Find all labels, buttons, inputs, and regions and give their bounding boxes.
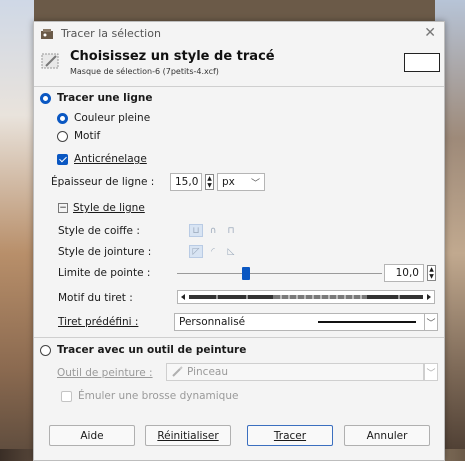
stroke-line-radio[interactable]: Tracer une ligne	[40, 92, 153, 104]
miter-limit-input[interactable]: 10,0	[384, 264, 424, 282]
dash-pattern-editor[interactable]	[177, 290, 435, 304]
color-swatch	[404, 53, 440, 72]
emulate-brush-checkbox[interactable]: Émuler une brosse dynamique	[61, 390, 238, 402]
chevron-down-icon[interactable]: ﹀	[424, 363, 438, 381]
join-round-icon[interactable]: ◜	[206, 245, 220, 258]
miter-limit-value: 10,0	[395, 267, 419, 279]
reset-button[interactable]: Réinitialiser	[145, 425, 231, 446]
dash-pattern-label-text: Motif du tiret :	[58, 292, 133, 304]
spin-up-icon: ▲	[429, 265, 434, 273]
join-style-label-text: Style de jointure :	[58, 246, 152, 258]
paint-tool-select[interactable]: Pinceau	[166, 363, 424, 381]
cancel-button[interactable]: Annuler	[344, 425, 430, 446]
cancel-button-label: Annuler	[366, 429, 408, 442]
window-title: Tracer la sélection	[61, 27, 161, 40]
help-button-label: Aide	[80, 429, 104, 442]
stroke-button-label: Tracer	[273, 429, 307, 442]
miter-limit-slider[interactable]	[177, 267, 382, 280]
dash-preset-value: Personnalisé	[179, 316, 246, 328]
collapse-icon: −	[58, 203, 68, 213]
line-width-spinner[interactable]: ▲ ▼	[205, 174, 214, 190]
line-width-input[interactable]: 15,0	[170, 173, 202, 191]
window-titlebar: Tracer la sélection ✕	[34, 22, 444, 46]
solid-color-label: Couleur pleine	[74, 112, 151, 124]
dash-preset-label-text: Tiret prédéfini :	[58, 316, 139, 328]
section-separator	[34, 337, 444, 338]
antialiasing-label: Anticrénelage	[74, 153, 147, 165]
join-bevel-icon[interactable]: ◺	[224, 245, 238, 258]
miter-limit-spinner[interactable]: ▲ ▼	[427, 265, 436, 281]
checkbox-checked-icon	[57, 153, 68, 165]
join-style-label: Style de jointure :	[58, 246, 151, 258]
cap-style-label-text: Style de coiffe :	[58, 225, 140, 237]
help-button[interactable]: Aide	[49, 425, 135, 446]
radio-off-icon	[40, 344, 51, 356]
cap-round-icon[interactable]: ∩	[206, 224, 220, 237]
line-width-label: Épaisseur de ligne :	[51, 176, 154, 188]
antialiasing-checkbox[interactable]: Anticrénelage	[57, 153, 147, 165]
stroke-selection-icon	[41, 53, 59, 69]
pattern-label: Motif	[74, 130, 101, 142]
gimp-app-icon	[41, 29, 53, 39]
header-subtitle: Masque de sélection-6 (7petits-4.xcf)	[70, 67, 219, 76]
radio-on-icon	[40, 92, 51, 104]
stroke-tool-radio[interactable]: Tracer avec un outil de peinture	[40, 344, 246, 356]
pattern-radio[interactable]: Motif	[57, 130, 100, 142]
reset-button-label: Réinitialiser	[157, 429, 219, 442]
stroke-selection-dialog: Tracer la sélection ✕ Choisissez un styl…	[33, 21, 445, 461]
miter-limit-label-text: Limite de pointe :	[58, 267, 151, 279]
background-photo-left	[0, 0, 34, 461]
chevron-down-icon: ﹀	[250, 178, 260, 189]
spin-up-icon: ▲	[207, 174, 212, 182]
solid-color-radio[interactable]: Couleur pleine	[57, 112, 150, 124]
stroke-button[interactable]: Tracer	[247, 425, 333, 446]
cap-butt-icon[interactable]: ⊔	[189, 224, 203, 237]
miter-slider-thumb[interactable]	[242, 267, 250, 280]
dash-preview-line	[318, 321, 416, 323]
dash-preset-select[interactable]: Personnalisé	[174, 313, 425, 331]
radio-on-icon	[57, 112, 68, 124]
paintbrush-icon	[172, 366, 183, 377]
radio-off-icon	[57, 130, 68, 142]
dash-pattern-label: Motif du tiret :	[58, 292, 133, 304]
paint-tool-value: Pinceau	[187, 366, 228, 378]
spin-down-icon: ▼	[207, 181, 212, 189]
paint-tool-label: Outil de peinture :	[57, 367, 153, 379]
header-title: Choisissez un style de tracé	[70, 49, 275, 64]
dash-preset-label: Tiret prédéfini :	[58, 316, 138, 328]
unit-value: px	[222, 176, 235, 188]
join-miter-icon[interactable]: ◸	[189, 245, 203, 258]
cap-square-icon[interactable]: ⊓	[224, 224, 238, 237]
paint-tool-label-text: Outil de peinture :	[57, 367, 153, 379]
dialog-header: Choisissez un style de tracé Masque de s…	[34, 46, 444, 86]
checkbox-unchecked-icon	[61, 390, 72, 402]
chevron-down-icon[interactable]: ﹀	[424, 313, 438, 331]
cap-style-label: Style de coiffe :	[58, 225, 140, 237]
header-separator	[34, 86, 444, 87]
stroke-tool-label: Tracer avec un outil de peinture	[57, 344, 247, 356]
close-icon[interactable]: ✕	[424, 25, 436, 41]
stroke-line-label: Tracer une ligne	[57, 92, 153, 104]
line-style-expander[interactable]: − Style de ligne	[58, 202, 145, 214]
line-width-label-text: Épaisseur de ligne :	[51, 176, 155, 188]
miter-limit-label: Limite de pointe :	[58, 267, 150, 279]
line-style-label: Style de ligne	[73, 202, 145, 214]
unit-select[interactable]: px ﹀	[217, 173, 265, 191]
emulate-brush-label: Émuler une brosse dynamique	[78, 390, 239, 402]
spin-down-icon: ▼	[429, 272, 434, 280]
line-width-value: 15,0	[175, 176, 199, 188]
